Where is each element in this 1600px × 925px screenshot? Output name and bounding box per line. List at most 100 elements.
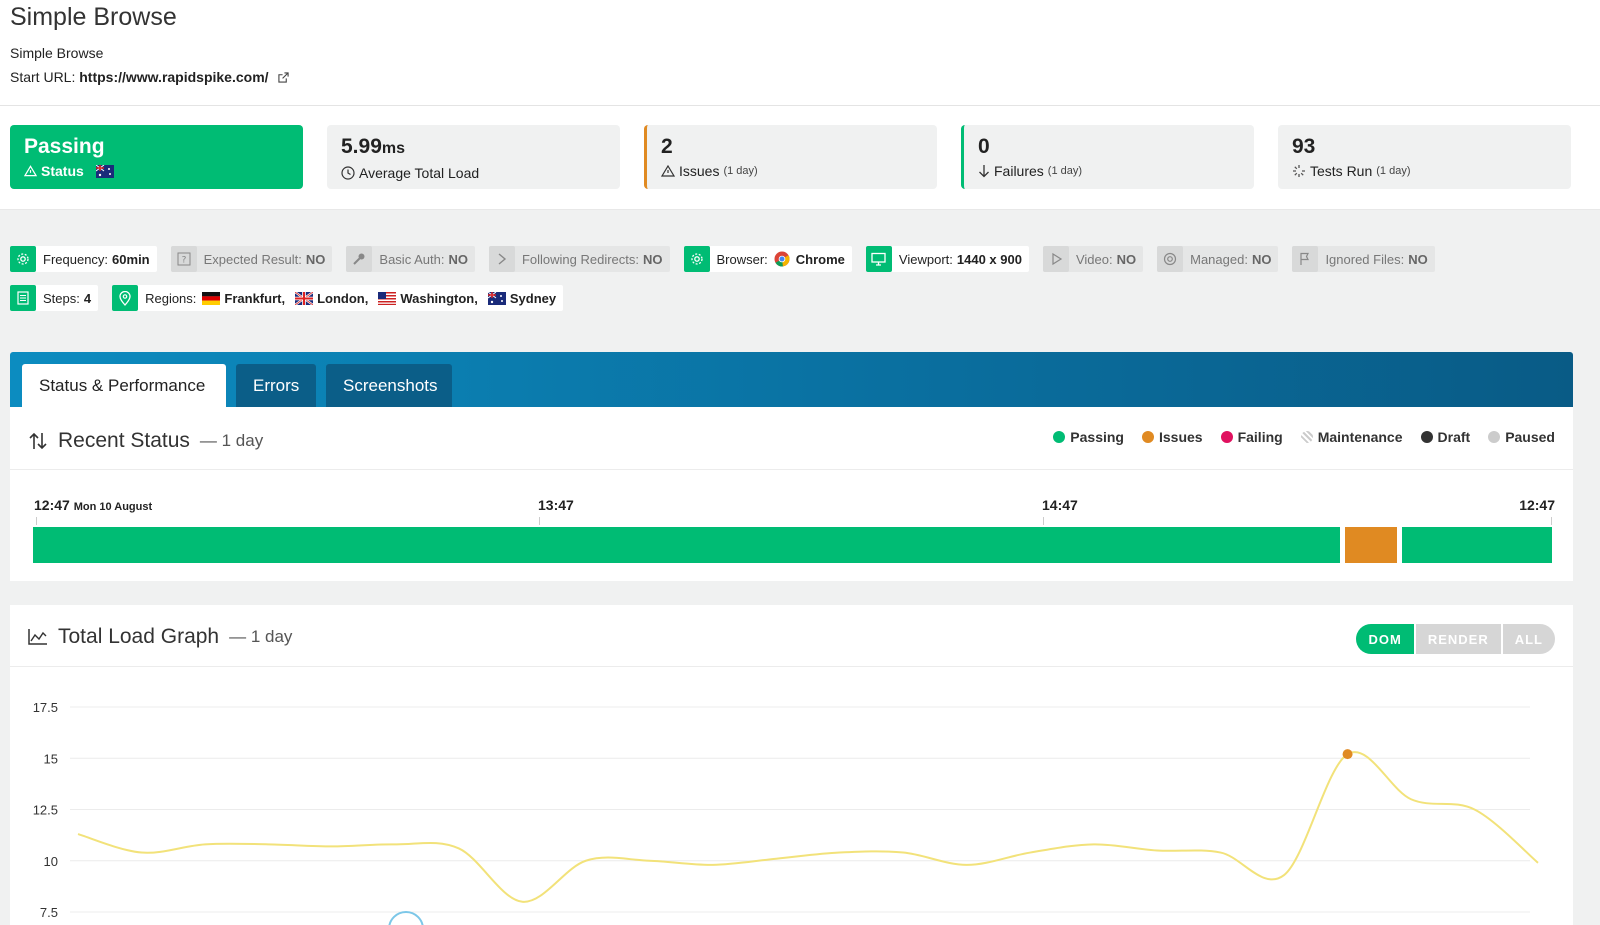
avg-load-value: 5.99: [341, 135, 382, 158]
question-icon: ?: [177, 252, 191, 266]
tag-ignored-files: Ignored Files: NO: [1292, 246, 1435, 272]
tabs-bar: Status & Performance Errors Screenshots: [10, 352, 1573, 407]
start-url-row: Start URL: https://www.rapidspike.com/: [10, 68, 1590, 86]
warning-icon: [661, 165, 675, 177]
timeline-label-1347: 13:47: [538, 497, 574, 513]
tag-browser: Browser: Chrome: [683, 246, 852, 272]
recent-status-panel: Recent Status — 1 day Passing Issues Fai…: [10, 407, 1573, 581]
play-icon: [1052, 252, 1063, 266]
page-subtitle: Simple Browse: [10, 45, 104, 61]
status-value: Passing: [24, 135, 105, 158]
australia-flag-icon: [95, 164, 114, 178]
tag-expected-result: ? Expected Result: NO: [170, 246, 333, 272]
total-load-panel: Total Load Graph — 1 day DOM RENDER ALL …: [10, 605, 1573, 925]
recent-status-title: Recent Status: [58, 429, 190, 452]
timeline-tick: [1551, 517, 1552, 525]
failures-value: 0: [978, 135, 990, 158]
y-tick-label: 12.5: [33, 803, 58, 818]
line-chart-icon: [28, 629, 47, 645]
legend-passing: Passing: [1053, 429, 1124, 445]
usa-flag-icon: [378, 291, 397, 305]
y-tick-label: 10: [44, 854, 58, 869]
metric-toggle: DOM RENDER ALL: [1356, 624, 1555, 654]
timeline-label-1447: 14:47: [1042, 497, 1078, 513]
page-header: Simple Browse Simple Browse Start URL: h…: [0, 0, 1600, 106]
tag-basic-auth: Basic Auth: NO: [346, 246, 475, 272]
timeline-tick: [36, 517, 37, 525]
issues-note: (1 day): [723, 165, 758, 177]
total-load-period: — 1 day: [229, 627, 293, 646]
tag-frequency: Frequency: 60min: [10, 246, 157, 272]
list-icon: [17, 291, 29, 305]
tag-viewport: Viewport: 1440 x 900: [865, 246, 1029, 272]
tab-screenshots[interactable]: Screenshots: [326, 364, 452, 407]
tag-regions: Regions: Frankfurt, London, Washington, …: [112, 285, 564, 311]
legend-draft: Draft: [1420, 429, 1470, 445]
status-legend: Passing Issues Failing Maintenance Draft…: [1053, 429, 1555, 445]
avg-load-card[interactable]: 5.99ms Average Total Load: [327, 125, 620, 189]
total-load-series-line[interactable]: [77, 751, 1539, 903]
timeline-tick: [1043, 517, 1044, 525]
status-segment-passing[interactable]: [33, 527, 1340, 563]
legend-paused: Paused: [1488, 429, 1555, 445]
timeline-start-label: 12:47 Mon 10 August: [34, 497, 153, 513]
warning-icon: [24, 165, 37, 177]
total-load-title: Total Load Graph: [58, 625, 220, 648]
uk-flag-icon: [295, 291, 314, 305]
map-pin-icon: [119, 290, 131, 306]
timeline-tick: [539, 517, 540, 525]
failures-card[interactable]: 0 Failures (1 day): [961, 125, 1254, 189]
render-button[interactable]: RENDER: [1415, 624, 1501, 654]
failures-label: Failures: [994, 163, 1044, 179]
hover-marker: [388, 911, 424, 925]
tab-status-performance[interactable]: Status & Performance: [22, 364, 226, 407]
gear-icon: [690, 253, 703, 265]
y-tick-label: 17.5: [33, 700, 58, 715]
y-tick-label: 7.5: [40, 905, 58, 920]
svg-text:?: ?: [181, 256, 186, 266]
recent-status-period: — 1 day: [199, 431, 264, 450]
tests-run-note: (1 day): [1376, 165, 1411, 177]
avg-load-unit: ms: [381, 140, 405, 157]
tests-run-card[interactable]: 93 Tests Run (1 day): [1278, 125, 1571, 189]
external-link-icon[interactable]: [278, 72, 290, 83]
status-card[interactable]: Passing Status: [10, 125, 303, 189]
status-segment-issues[interactable]: [1345, 527, 1397, 563]
arrow-down-icon: [979, 165, 989, 178]
all-button[interactable]: ALL: [1502, 624, 1555, 654]
summary-cards: Passing Status 5.99ms Average Total Load…: [0, 106, 1600, 210]
tab-errors[interactable]: Errors: [236, 364, 316, 407]
monitor-icon: [871, 252, 887, 266]
chrome-icon: [774, 251, 790, 267]
australia-flag-icon: [487, 291, 506, 305]
timeline-end-label: 12:47: [1519, 497, 1555, 513]
failures-note: (1 day): [1047, 165, 1083, 177]
total-load-chart[interactable]: 17.5 15 12.5 10 7.5: [10, 667, 1573, 925]
clock-icon: [341, 166, 355, 180]
status-segment-passing[interactable]: [1402, 527, 1552, 563]
key-icon: [353, 253, 365, 265]
start-url-label: Start URL:: [10, 69, 76, 85]
tag-following-redirects: Following Redirects: NO: [488, 246, 670, 272]
tests-run-label: Tests Run: [1310, 163, 1373, 179]
config-tags: Frequency: 60min ? Expected Result: NO Bas…: [0, 210, 1600, 311]
recent-status-header: Recent Status — 1 day: [28, 429, 263, 453]
tag-managed: Managed: NO: [1157, 246, 1279, 272]
issue-point[interactable]: [1342, 749, 1353, 760]
sort-arrows-icon: [29, 432, 47, 450]
issues-label: Issues: [679, 163, 720, 179]
dom-button[interactable]: DOM: [1356, 624, 1414, 654]
avg-load-label: Average Total Load: [359, 165, 480, 181]
legend-maintenance: Maintenance: [1300, 429, 1403, 445]
gear-icon: [17, 253, 29, 265]
lifebuoy-icon: [1164, 252, 1177, 266]
total-load-header: Total Load Graph — 1 day: [28, 625, 292, 649]
issues-card[interactable]: 2 Issues (1 day): [644, 125, 937, 189]
spinner-icon: [1293, 165, 1305, 177]
issues-value: 2: [661, 135, 673, 158]
tag-video: Video: NO: [1042, 246, 1144, 272]
legend-issues: Issues: [1141, 429, 1203, 445]
start-url-link[interactable]: https://www.rapidspike.com/: [79, 69, 268, 85]
page-title: Simple Browse: [10, 3, 177, 31]
flag-icon: [1300, 252, 1310, 265]
